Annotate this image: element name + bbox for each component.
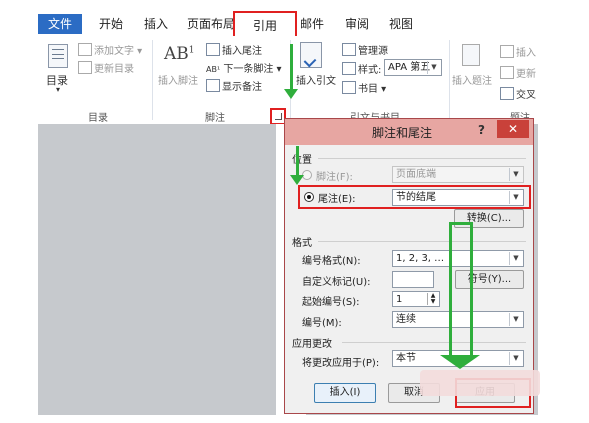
tab-view[interactable]: 视图 bbox=[389, 14, 413, 34]
numbering-label: 编号(M): bbox=[302, 318, 342, 329]
insert-caption-icon bbox=[462, 44, 480, 66]
custom-mark-input[interactable] bbox=[392, 271, 434, 288]
insert-caption-button[interactable]: 插入题注 bbox=[452, 72, 492, 87]
bibliography-icon bbox=[342, 81, 356, 94]
number-format-label: 编号格式(N): bbox=[302, 256, 361, 267]
dialog-title: 脚注和尾注 bbox=[372, 126, 433, 140]
tab-mailings[interactable]: 邮件 bbox=[300, 14, 324, 34]
toc-icon bbox=[48, 44, 68, 68]
symbol-button[interactable]: 符号(Y)... bbox=[455, 270, 524, 289]
close-button[interactable]: ✕ bbox=[497, 120, 529, 138]
annotation-arrow-shaft bbox=[290, 44, 293, 90]
location-section-label: 位置 bbox=[292, 155, 312, 166]
style-icon bbox=[342, 62, 356, 75]
show-notes-button[interactable]: 显示备注 bbox=[206, 78, 262, 93]
tab-insert[interactable]: 插入 bbox=[144, 14, 168, 34]
endnote-icon bbox=[206, 43, 220, 56]
dialog-launcher-icon[interactable] bbox=[275, 113, 282, 120]
manage-sources-icon bbox=[342, 43, 356, 56]
apply-to-label: 将更改应用于(P): bbox=[302, 358, 380, 369]
annotation-arrow-head-icon bbox=[284, 89, 298, 99]
footnote-ab-icon: AB1 bbox=[164, 44, 195, 64]
manage-sources-button[interactable]: 管理源 bbox=[342, 42, 388, 57]
number-format-select[interactable]: 1, 2, 3, … ▼ bbox=[392, 250, 524, 267]
annotation-arrow-head-icon bbox=[440, 355, 480, 369]
apply-section-label: 应用更改 bbox=[292, 339, 332, 350]
style-label: 样式: bbox=[342, 61, 381, 76]
insert-citation-icon bbox=[300, 42, 322, 68]
annotation-arrow-shaft bbox=[470, 222, 473, 357]
annotation-arrow-cap bbox=[449, 222, 473, 225]
annotation-arrow-shaft bbox=[296, 146, 299, 176]
insert-footnote-button[interactable]: 插入脚注 bbox=[158, 72, 198, 87]
stepper-arrows-icon[interactable]: ▲ ▼ bbox=[427, 293, 438, 305]
insert-button[interactable]: 插入(I) bbox=[314, 383, 376, 403]
convert-button[interactable]: 转换(C)... bbox=[454, 209, 524, 228]
update-toc-button[interactable]: 更新目录 bbox=[78, 60, 134, 75]
add-text-button[interactable]: 添加文字 ▾ bbox=[78, 42, 142, 57]
tab-page-layout[interactable]: 页面布局 bbox=[187, 14, 235, 34]
start-at-label: 起始编号(S): bbox=[302, 297, 360, 308]
format-section-label: 格式 bbox=[292, 238, 312, 249]
table-of-figures-icon bbox=[500, 45, 514, 58]
update-table-icon bbox=[78, 61, 92, 74]
chevron-down-icon: ▼ bbox=[427, 61, 440, 74]
cross-reference-icon bbox=[500, 87, 514, 100]
footnote-label: 脚注(F): bbox=[316, 172, 353, 183]
update-icon bbox=[500, 66, 514, 79]
tab-review[interactable]: 审阅 bbox=[345, 14, 369, 34]
chevron-down-icon: ▼ bbox=[509, 252, 522, 265]
help-button[interactable]: ? bbox=[478, 123, 485, 137]
insert-endnote-button[interactable]: 插入尾注 bbox=[206, 42, 262, 57]
footnote-position-select[interactable]: 页面底端 ▼ bbox=[392, 166, 524, 183]
chevron-down-icon: ▼ bbox=[509, 191, 522, 204]
next-footnote-icon: AB¹ bbox=[206, 65, 221, 74]
radio-selected-dot bbox=[307, 195, 311, 199]
annotation-arrow-shaft bbox=[449, 222, 452, 357]
section-divider bbox=[318, 241, 526, 242]
update-table-button[interactable]: 更新 bbox=[500, 65, 536, 80]
section-divider bbox=[342, 342, 526, 343]
numbering-select[interactable]: 连续 ▼ bbox=[392, 311, 524, 328]
blurred-watermark bbox=[420, 370, 540, 396]
custom-mark-label: 自定义标记(U): bbox=[302, 277, 371, 288]
tab-references[interactable]: 引用 bbox=[253, 16, 277, 36]
next-footnote-button[interactable]: AB¹ 下一条脚注 ▾ bbox=[206, 60, 282, 75]
cross-reference-button[interactable]: 交叉 bbox=[500, 86, 536, 101]
annotation-arrow-head-icon bbox=[290, 175, 304, 185]
show-notes-icon bbox=[206, 79, 220, 92]
group-label-footnote: 脚注 bbox=[205, 113, 225, 124]
group-label-toc: 目录 bbox=[88, 113, 108, 124]
chevron-down-icon: ▼ bbox=[509, 313, 522, 326]
add-text-icon bbox=[78, 43, 92, 56]
citation-style-select[interactable]: APA 第五 ▼ bbox=[384, 59, 442, 76]
top-strip bbox=[0, 0, 589, 10]
group-separator bbox=[152, 40, 153, 120]
section-divider bbox=[318, 158, 526, 159]
start-at-stepper[interactable]: 1 ▲ ▼ bbox=[392, 291, 440, 307]
insert-table-of-figures-button[interactable]: 插入 bbox=[500, 44, 536, 59]
chevron-down-icon: ▼ bbox=[509, 352, 522, 365]
tab-file[interactable]: 文件 bbox=[38, 14, 82, 34]
chevron-down-icon: ▼ bbox=[509, 168, 522, 181]
insert-citation-button[interactable]: 插入引文 bbox=[296, 72, 336, 87]
endnote-position-select[interactable]: 节的结尾 ▼ bbox=[392, 189, 524, 206]
endnote-label: 尾注(E): bbox=[318, 194, 356, 205]
endnote-radio[interactable] bbox=[304, 192, 314, 202]
toc-dropdown-icon[interactable]: ▾ bbox=[56, 85, 60, 94]
tab-home[interactable]: 开始 bbox=[99, 14, 123, 34]
group-separator bbox=[449, 40, 450, 120]
bibliography-button[interactable]: 书目 ▾ bbox=[342, 80, 386, 95]
